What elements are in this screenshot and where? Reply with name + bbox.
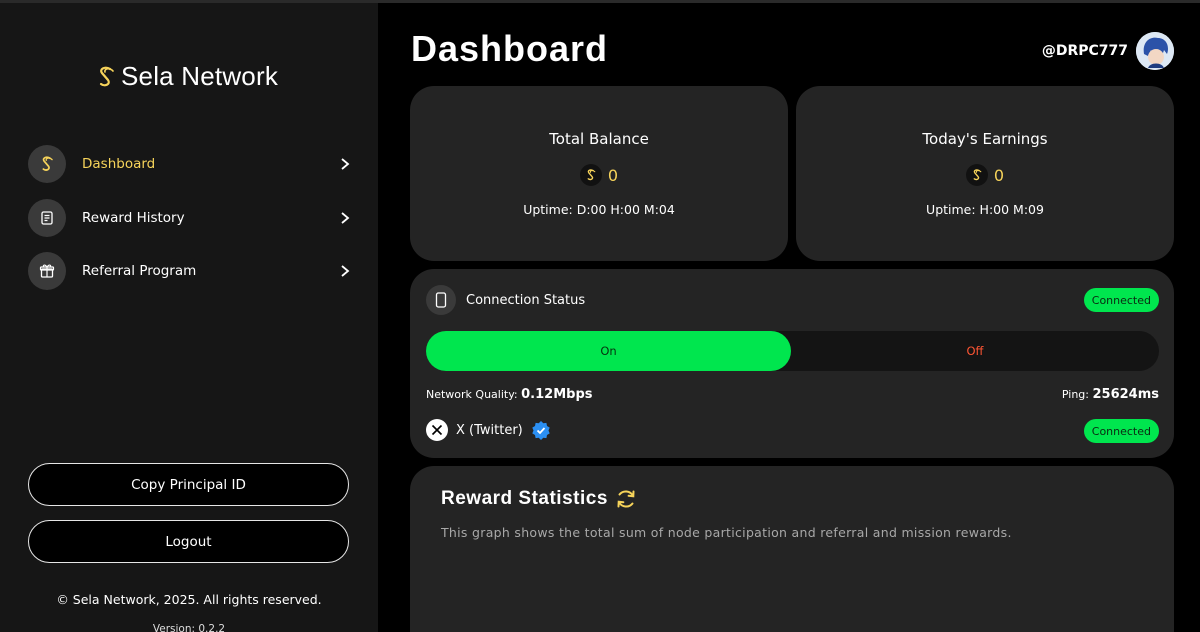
total-balance-card: Total Balance 0 Uptime: D:00 H:00 M:04 [410, 86, 788, 261]
refresh-icon[interactable] [615, 488, 637, 510]
ping-label: Ping: [1061, 388, 1089, 401]
logout-button[interactable]: Logout [28, 520, 349, 563]
connection-status-card: Connection Status Connected On Off Netwo… [410, 269, 1174, 458]
sidebar-item-label: Referral Program [82, 263, 197, 279]
total-balance-uptime: Uptime: D:00 H:00 M:04 [523, 202, 675, 217]
twitter-connection: X (Twitter) [426, 419, 551, 441]
avatar[interactable] [1136, 32, 1174, 70]
brand-name: Sela Network [121, 61, 279, 91]
ping: Ping: 25624ms [1062, 387, 1159, 402]
network-quality-value: 0.12Mbps [521, 387, 593, 402]
connection-status-header: Connection Status [426, 285, 585, 315]
total-balance-amount: 0 [607, 165, 619, 185]
sidebar-item-label: Dashboard [82, 156, 156, 172]
copyright-text: © Sela Network, 2025. All rights reserve… [56, 592, 322, 607]
todays-earnings-amount: 0 [993, 165, 1005, 185]
page-title: Dashboard [411, 28, 609, 69]
sela-logo-icon [99, 66, 114, 86]
chevron-right-icon [341, 212, 350, 224]
sela-coin-icon [579, 164, 602, 186]
sela-logo-icon [28, 145, 66, 183]
todays-earnings-value: 0 [796, 164, 1174, 186]
x-logo-icon [426, 419, 448, 441]
todays-earnings-card: Today's Earnings 0 Uptime: H:00 M:09 [796, 86, 1174, 261]
sidebar-item-reward-history[interactable]: Reward History [28, 198, 358, 238]
username: @DRPC777 [1041, 43, 1128, 59]
todays-earnings-uptime: Uptime: H:00 M:09 [926, 202, 1044, 217]
total-balance-value: 0 [410, 164, 788, 186]
todays-earnings-title: Today's Earnings [922, 130, 1048, 148]
connection-status-title: Connection Status [466, 292, 586, 308]
sela-coin-icon [965, 164, 988, 186]
connection-toggle[interactable]: On Off [426, 331, 1159, 371]
user-profile[interactable]: @DRPC777 [1042, 32, 1174, 70]
twitter-label: X (Twitter) [456, 422, 523, 438]
twitter-status-badge: Connected [1083, 419, 1159, 443]
toggle-on-button[interactable]: On [426, 331, 791, 371]
toggle-off-button[interactable]: Off [791, 331, 1159, 371]
scroll-icon [28, 199, 66, 237]
sidebar-item-dashboard[interactable]: Dashboard [28, 144, 358, 184]
sidebar: Sela Network Dashboard Reward History Re… [0, 3, 378, 632]
copy-principal-id-button[interactable]: Copy Principal ID [28, 463, 349, 506]
sidebar-item-label: Reward History [82, 210, 185, 226]
sidebar-item-referral-program[interactable]: Referral Program [28, 251, 358, 291]
brand: Sela Network [95, 61, 278, 92]
version-text: Version: 0.2.2 [152, 623, 226, 632]
reward-statistics-description: This graph shows the total sum of node p… [441, 525, 1012, 540]
total-balance-title: Total Balance [549, 130, 649, 148]
ping-value: 25624ms [1092, 387, 1159, 402]
chevron-right-icon [341, 265, 350, 277]
reward-statistics-card: Reward Statistics This graph shows the t… [410, 466, 1174, 632]
gift-icon [28, 252, 66, 290]
connection-status-badge: Connected [1083, 288, 1159, 312]
reward-statistics-title: Reward Statistics [441, 488, 608, 509]
verified-badge-icon [532, 421, 550, 440]
network-quality-label: Network Quality: [426, 388, 518, 401]
chevron-right-icon [341, 158, 350, 170]
phone-icon [426, 285, 456, 315]
network-quality: Network Quality: 0.12Mbps [426, 387, 593, 402]
